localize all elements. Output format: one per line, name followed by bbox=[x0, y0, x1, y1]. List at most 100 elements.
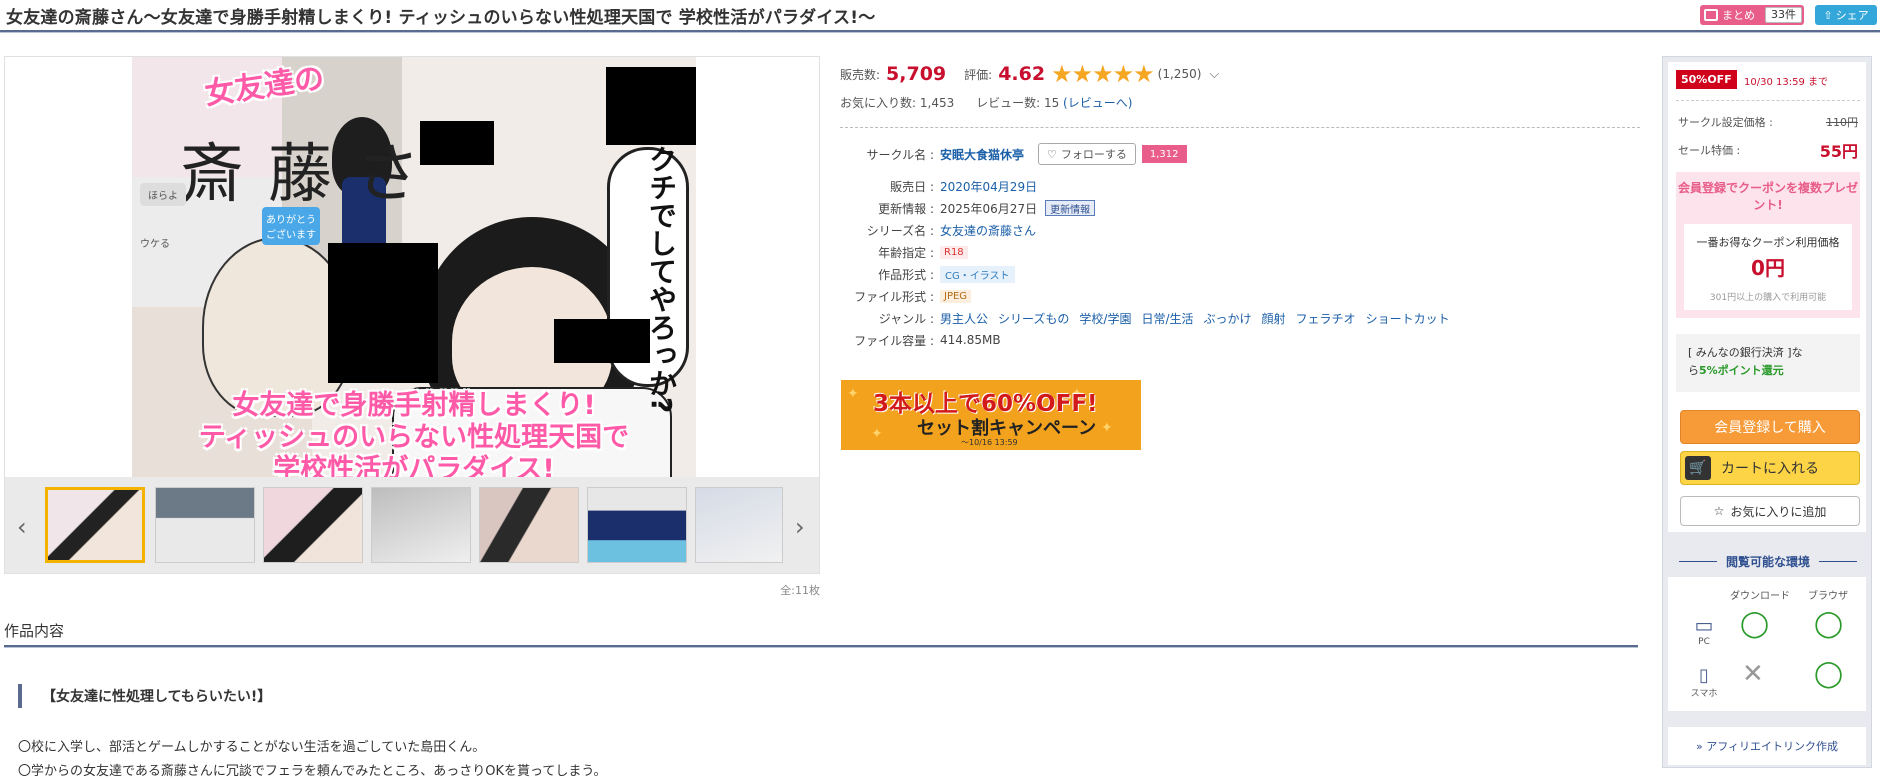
cover-chat-1: ほらよ bbox=[140, 183, 186, 206]
env-pc-label: PC bbox=[1698, 637, 1710, 647]
rating-value: 4.62 bbox=[998, 63, 1046, 85]
sp-download-ng-icon: ✕ bbox=[1742, 659, 1764, 689]
format-tag[interactable]: CG・イラスト bbox=[940, 265, 1015, 283]
genre-link[interactable]: シリーズもの bbox=[998, 310, 1069, 327]
genre-link[interactable]: 学校/学園 bbox=[1079, 310, 1131, 327]
share-label: シェア bbox=[1835, 9, 1869, 22]
bank-point-rate: 5%ポイント還元 bbox=[1699, 363, 1784, 377]
genre-link[interactable]: 顔射 bbox=[1262, 310, 1286, 327]
image-gallery: 女友達の 斎藤さ ほらよ ありがとうございます ウケる クチでしてやろっか? 女… bbox=[4, 56, 820, 574]
thumbnail[interactable] bbox=[479, 487, 579, 563]
censor-bar bbox=[554, 319, 650, 363]
sales-rating-row: 販売数: 5,709 評価: 4.62 ★★★★★ (1,250) ⌵ bbox=[840, 60, 1219, 88]
affiliate-link[interactable]: » アフィリエイトリンク作成 bbox=[1668, 727, 1866, 765]
laptop-icon: ▭ bbox=[1694, 613, 1714, 637]
sale-price-label: セール特価 : bbox=[1678, 144, 1741, 157]
cover-caption-3: 学校性活がパラダイス! bbox=[273, 454, 555, 477]
campaign-banner[interactable]: ✦ ✦ ✦ ✦ 3本以上で60%OFF! セット割キャンペーン 〜10/16 1… bbox=[841, 380, 1141, 450]
follow-button[interactable]: ♡ フォローする bbox=[1038, 143, 1136, 165]
star-outline-icon: ☆ bbox=[1713, 504, 1725, 518]
description-heading: 【女友達に性処理してもらいたい!】 bbox=[18, 684, 271, 708]
rating-label: 評価: bbox=[964, 67, 993, 82]
sales-value: 5,709 bbox=[886, 63, 947, 85]
sale-price: 55円 bbox=[1819, 142, 1858, 161]
coupon-best-label: 一番お得なクーポン利用価格 bbox=[1696, 236, 1840, 249]
circle-link[interactable]: 安眠大食猫休亭 bbox=[940, 146, 1024, 163]
pc-download-ok-icon: ◯ bbox=[1740, 609, 1770, 639]
genre-link[interactable]: ショートカット bbox=[1366, 310, 1450, 327]
bank-line-1: [ みんなの銀行決済 ]な bbox=[1688, 346, 1803, 359]
thumbnail[interactable] bbox=[371, 487, 471, 563]
genre-link[interactable]: フェラチオ bbox=[1296, 310, 1356, 327]
coupon-note: 301円以上の購入で利用可能 bbox=[1709, 293, 1827, 303]
matome-count: 33件 bbox=[1765, 7, 1802, 23]
list-price: 110円 bbox=[1826, 116, 1858, 129]
cover-chat-2: ありがとうございます bbox=[262, 207, 320, 245]
add-to-cart-button[interactable]: 🛒 カートに入れる bbox=[1680, 451, 1860, 485]
review-value: 15 bbox=[1043, 96, 1060, 110]
censor-bar bbox=[606, 67, 696, 145]
divider bbox=[840, 127, 1640, 128]
update-date: 2025年06月27日 bbox=[940, 201, 1038, 216]
main-cover-image[interactable]: 女友達の 斎藤さ ほらよ ありがとうございます ウケる クチでしてやろっか? 女… bbox=[132, 57, 696, 477]
section-divider bbox=[4, 645, 1638, 648]
follow-label: フォローする bbox=[1060, 148, 1127, 161]
discount-badge: 50%OFF bbox=[1676, 70, 1737, 89]
heart-icon: ♡ bbox=[1047, 147, 1057, 161]
coupon-box[interactable]: 会員登録でクーポンを複数プレゼント! 一番お得なクーポン利用価格 0円 301円… bbox=[1676, 172, 1860, 318]
thumbnail-strip: ‹ › bbox=[5, 477, 819, 573]
bookmark-icon bbox=[1704, 9, 1718, 21]
thumbnail[interactable] bbox=[263, 487, 363, 563]
review-link[interactable]: (レビューへ) bbox=[1063, 96, 1132, 110]
censor-bar bbox=[328, 243, 438, 383]
chevron-down-icon[interactable]: ⌵ bbox=[1209, 67, 1219, 82]
genre-list: 男主人公 シリーズもの 学校/学園 日常/生活 ぶっかけ 顔射 フェラチオ ショ… bbox=[938, 310, 1460, 327]
matome-label: まとめ bbox=[1722, 9, 1755, 22]
add-favorite-button[interactable]: ☆ お気に入りに追加 bbox=[1680, 496, 1860, 526]
age-label: 年齢指定 : bbox=[878, 245, 934, 260]
coupon-best-value: 0円 bbox=[1751, 256, 1785, 280]
thumbnail[interactable] bbox=[587, 487, 687, 563]
thumbnail[interactable] bbox=[45, 487, 145, 563]
header-divider bbox=[0, 30, 1880, 33]
filetype-tag[interactable]: JPEG bbox=[940, 289, 972, 303]
section-title: 作品内容 bbox=[4, 622, 65, 640]
prev-arrow-icon[interactable]: ‹ bbox=[17, 513, 27, 541]
matome-button[interactable]: まとめ 33件 bbox=[1700, 5, 1804, 25]
cover-title-main: 斎藤さ bbox=[180, 138, 444, 212]
sp-browser-ok-icon: ◯ bbox=[1814, 659, 1844, 689]
list-price-label: サークル設定価格 : bbox=[1678, 116, 1773, 129]
next-arrow-icon[interactable]: › bbox=[795, 513, 805, 541]
genre-link[interactable]: ぶっかけ bbox=[1204, 310, 1252, 327]
discount-until: 10/30 13:59 まで bbox=[1744, 77, 1828, 88]
speech-bubble-text: クチでしてやろっか? bbox=[645, 145, 678, 414]
banner-line-1: 3本以上で60%OFF! bbox=[873, 391, 1098, 417]
bank-line-2-prefix: ら bbox=[1688, 363, 1699, 377]
banner-line-3: 〜10/16 13:59 bbox=[961, 438, 1018, 447]
series-link[interactable]: 女友達の斎藤さん bbox=[938, 222, 1036, 239]
genre-link[interactable]: 日常/生活 bbox=[1141, 310, 1193, 327]
sales-label: 販売数: bbox=[840, 67, 881, 82]
favorites-row: お気に入り数: 1,453 レビュー数: 15 (レビューへ) bbox=[840, 94, 1132, 111]
thumbnail[interactable] bbox=[695, 487, 783, 563]
star-rating-icon: ★★★★★ bbox=[1051, 60, 1155, 88]
env-download-header: ダウンロード bbox=[1730, 591, 1790, 602]
release-date-link[interactable]: 2020年04月29日 bbox=[938, 178, 1037, 195]
release-label: 販売日 : bbox=[890, 179, 934, 194]
follow-count: 1,312 bbox=[1141, 145, 1187, 163]
size-label: ファイル容量 : bbox=[854, 333, 934, 348]
series-label: シリーズ名 : bbox=[866, 223, 934, 238]
share-button[interactable]: ⇧ シェア bbox=[1815, 5, 1877, 25]
update-tag[interactable]: 更新情報 bbox=[1045, 200, 1096, 216]
genre-link[interactable]: 男主人公 bbox=[940, 310, 988, 327]
smartphone-icon: ▯ bbox=[1699, 665, 1709, 686]
pc-browser-ok-icon: ◯ bbox=[1814, 609, 1844, 639]
age-tag[interactable]: R18 bbox=[940, 245, 968, 259]
bank-payment-note[interactable]: [ みんなの銀行決済 ]な ら5%ポイント還元 bbox=[1676, 334, 1860, 392]
thumbnail[interactable] bbox=[155, 487, 255, 563]
censor-bar bbox=[420, 121, 494, 165]
env-browser-header: ブラウザ bbox=[1808, 591, 1848, 602]
fav-label: お気に入り数: bbox=[840, 96, 917, 110]
genre-label: ジャンル : bbox=[878, 311, 934, 326]
member-purchase-button[interactable]: 会員登録して購入 bbox=[1680, 410, 1860, 444]
